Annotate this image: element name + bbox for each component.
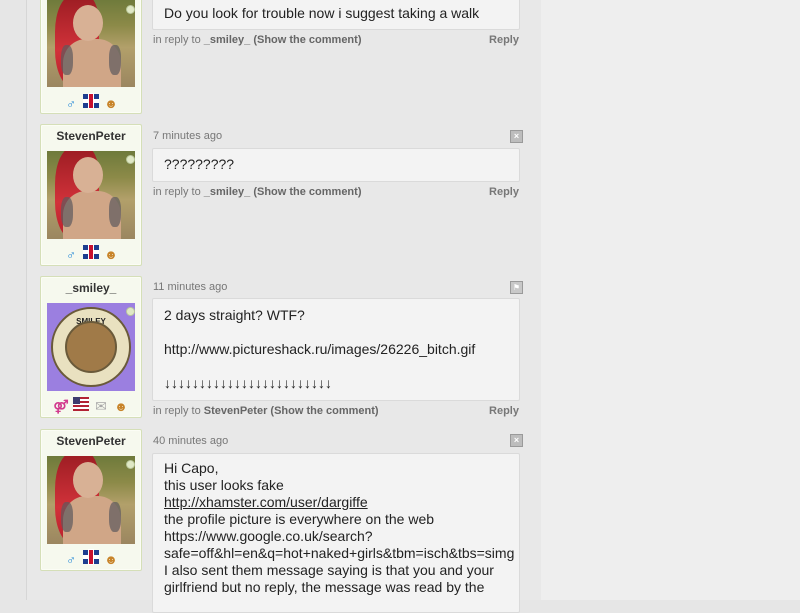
tattoo-shape: [61, 45, 73, 75]
comment-bubble: Hi Capo, this user looks fake http://xha…: [152, 453, 520, 613]
user-icons: ♂ ☻: [41, 550, 141, 567]
comment-time: 40 minutes ago: [153, 435, 229, 447]
reply-button[interactable]: Reply: [489, 405, 519, 417]
mail-icon[interactable]: ✉: [93, 399, 109, 413]
username[interactable]: StevenPeter: [41, 129, 141, 143]
avatar[interactable]: [47, 0, 135, 87]
face-shape: [73, 5, 103, 41]
status-dot: [126, 460, 135, 469]
comment-text: I also sent them message saying is that …: [164, 562, 494, 578]
report-flag-icon[interactable]: ⚑: [510, 281, 523, 294]
comment-time: 11 minutes ago: [153, 281, 228, 293]
face-shape: [73, 462, 103, 498]
comment-time: 7 minutes ago: [153, 130, 223, 142]
reply-to-user-link[interactable]: StevenPeter: [204, 405, 268, 417]
show-comment-link[interactable]: (Show the comment): [270, 405, 378, 417]
badge-center: [65, 321, 117, 373]
username[interactable]: _smiley_: [41, 281, 141, 295]
reply-prefix: in reply to: [153, 186, 201, 198]
comment-text: http://www.pictureshack.ru/images/26226_…: [164, 341, 476, 357]
show-comment-link[interactable]: (Show the comment): [253, 34, 361, 46]
avatar[interactable]: SMILEY: [47, 303, 135, 391]
user-card: ♂ ☻: [40, 0, 142, 114]
tattoo-shape: [61, 197, 73, 227]
comment-text: girlfriend but no reply, the message was…: [164, 579, 485, 595]
status-dot: [126, 307, 135, 316]
status-dot: [126, 155, 135, 164]
reply-info: in reply to _smiley_ (Show the comment) …: [153, 186, 519, 198]
comment-text: [164, 324, 508, 341]
webcam-face-icon[interactable]: ☻: [103, 553, 119, 567]
webcam-face-icon[interactable]: ☻: [103, 248, 119, 262]
reply-to-user-link[interactable]: _smiley_: [204, 34, 250, 46]
comment-text: this user looks fake: [164, 477, 284, 493]
comment-line: http://xhamster.com/user/dargiffe: [164, 494, 508, 511]
user-icons: ⚤ ✉ ☻: [41, 397, 141, 414]
show-comment-link[interactable]: (Show the comment): [253, 186, 361, 198]
couple-icon: ⚤: [53, 399, 69, 414]
delete-icon[interactable]: ×: [510, 130, 523, 143]
tattoo-shape: [61, 502, 73, 532]
comment-text: ↓↓↓↓↓↓↓↓↓↓↓↓↓↓↓↓↓↓↓↓↓↓↓↓: [164, 375, 332, 391]
user-icons: ♂ ☻: [41, 94, 141, 111]
user-icons: ♂ ☻: [41, 245, 141, 262]
status-dot: [126, 5, 135, 14]
delete-icon[interactable]: ×: [510, 434, 523, 447]
comment-bubble: Do you look for trouble now i suggest ta…: [152, 0, 520, 30]
avatar[interactable]: [47, 151, 135, 239]
reply-info: in reply to _smiley_ (Show the comment) …: [153, 34, 519, 46]
webcam-face-icon[interactable]: ☻: [113, 400, 129, 414]
comment-text: Do you look for trouble now i suggest ta…: [164, 5, 480, 21]
comment-text: ?????????: [164, 156, 235, 172]
username[interactable]: StevenPeter: [41, 434, 141, 448]
reply-button[interactable]: Reply: [489, 34, 519, 46]
uk-flag-icon: [83, 94, 99, 108]
reply-button[interactable]: Reply: [489, 186, 519, 198]
comment-text: the profile picture is everywhere on the…: [164, 511, 435, 527]
comment-text: 2 days straight? WTF?: [164, 307, 305, 323]
tattoo-shape: [109, 45, 121, 75]
webcam-face-icon[interactable]: ☻: [103, 97, 119, 111]
comment-text: https://www.google.co.uk/search?: [164, 528, 373, 544]
profile-link[interactable]: http://xhamster.com/user/dargiffe: [164, 494, 368, 510]
face-shape: [73, 157, 103, 193]
male-icon: ♂: [66, 247, 76, 262]
reply-prefix: in reply to: [153, 34, 201, 46]
comment-bubble: ?????????: [152, 148, 520, 182]
user-card: StevenPeter ♂ ☻: [40, 429, 142, 571]
reply-to-user-link[interactable]: _smiley_: [204, 186, 250, 198]
reply-info: in reply to StevenPeter (Show the commen…: [153, 405, 519, 417]
us-flag-icon: [73, 397, 89, 411]
comment-text: Hi Capo,: [164, 460, 219, 476]
comment-bubble: 2 days straight? WTF? http://www.picture…: [152, 298, 520, 401]
male-icon: ♂: [66, 552, 76, 567]
right-background: [541, 0, 800, 600]
comment-text: safe=off&hl=en&q=hot+naked+girls&tbm=isc…: [164, 545, 515, 561]
comment-text: [164, 358, 508, 375]
uk-flag-icon: [83, 245, 99, 259]
male-icon: ♂: [66, 96, 76, 111]
user-card: StevenPeter ♂ ☻: [40, 124, 142, 266]
avatar[interactable]: [47, 456, 135, 544]
reply-prefix: in reply to: [153, 405, 201, 417]
user-card: _smiley_ SMILEY ⚤ ✉ ☻: [40, 276, 142, 418]
tattoo-shape: [109, 197, 121, 227]
tattoo-shape: [109, 502, 121, 532]
uk-flag-icon: [83, 550, 99, 564]
